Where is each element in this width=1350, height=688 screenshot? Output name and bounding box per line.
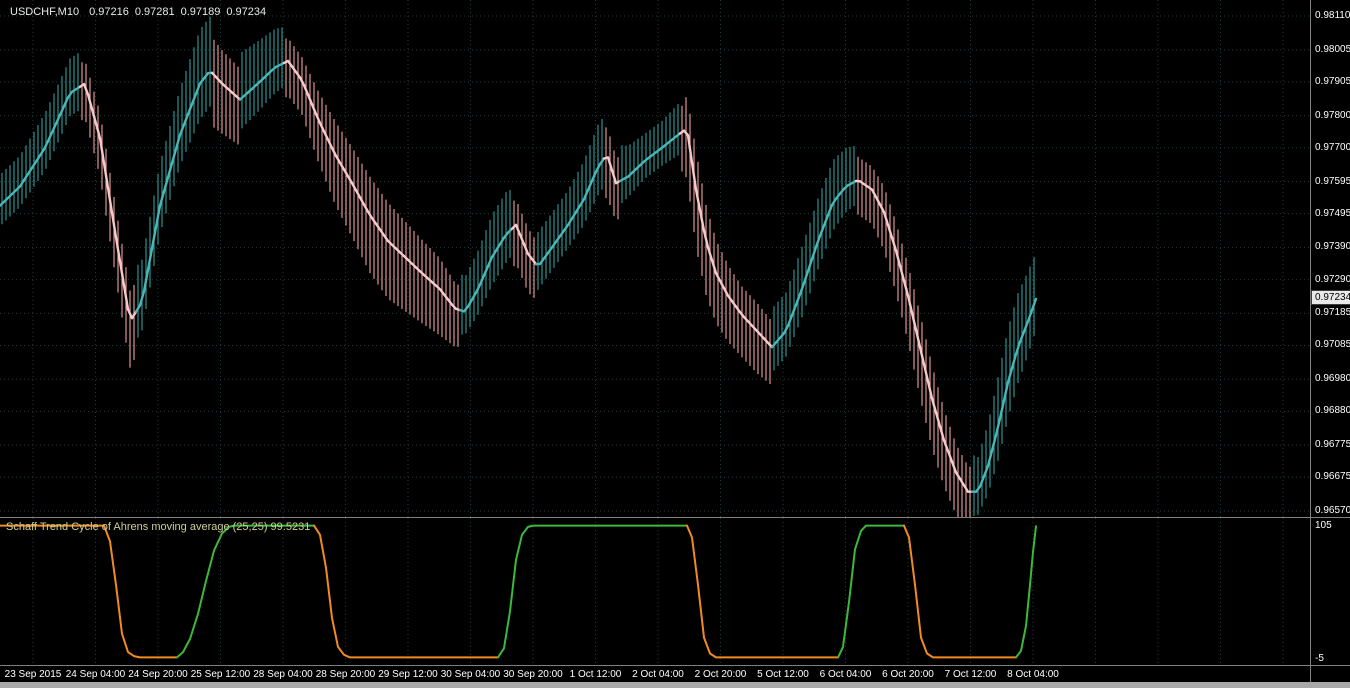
price-tick-label: 0.98110 [1315,10,1350,21]
panel-separator-2[interactable] [0,665,1350,666]
time-tick-label: 30 Sep 20:00 [503,669,563,680]
price-tick-label: 0.97390 [1315,241,1350,253]
panel-separator[interactable] [0,517,1350,518]
time-tick-label: 8 Oct 04:00 [1007,669,1059,680]
time-tick-label: 28 Sep 20:00 [315,669,376,680]
symbol-ohlc-label: USDCHF,M10 0.97216 0.97281 0.97189 0.97234 [10,6,272,18]
price-tick-label: 0.97495 [1315,207,1350,219]
price-tick-label: 0.97700 [1315,141,1350,153]
chart-window: USDCHF,M10 0.97216 0.97281 0.97189 0.97234 S… [0,0,1350,688]
high-value: 0.97281 [134,6,175,18]
time-tick-label: 25 Sep 12:00 [190,669,251,680]
time-tick-label: 6 Oct 20:00 [882,669,934,680]
time-tick-label: 29 Sep 12:00 [378,669,438,680]
time-tick-label: 28 Sep 04:00 [253,669,313,680]
open-value: 0.97216 [89,6,129,18]
price-tick-label: 0.96980 [1315,373,1350,385]
time-tick-label: 6 Oct 04:00 [819,669,872,680]
time-axis[interactable]: 23 Sep 2015 24 Sep 04:00 24 Sep 20:00 25 Se… [0,666,1350,682]
close-value: 0.97234 [226,6,267,18]
indicator-scale-min: -5 [1315,653,1324,664]
low-value: 0.97189 [180,6,221,18]
time-tick-label: 1 Oct 12:00 [569,669,622,680]
symbol-timeframe: USDCHF,M10 [10,6,80,18]
price-tick-label: 0.96570 [1315,505,1350,516]
window-bottom-border [0,682,1350,688]
current-price-badge: 0.97234 [1311,289,1350,305]
price-tick-label: 0.97905 [1315,75,1350,87]
indicator-scale-max: 105 [1315,520,1332,531]
time-tick-label: 23 Sep 2015 [4,669,62,680]
price-tick-label: 0.97800 [1315,109,1350,121]
price-chart-canvas[interactable] [0,0,1310,517]
price-tick-label: 0.97290 [1315,273,1350,285]
price-tick-label: 0.98005 [1315,43,1350,55]
price-tick-label: 0.97085 [1315,339,1350,351]
price-tick-label: 0.96675 [1315,471,1350,483]
time-tick-label: 24 Sep 04:00 [65,669,126,680]
price-tick-label: 0.97185 [1315,307,1350,319]
indicator-canvas[interactable] [0,518,1310,665]
time-tick-label: 2 Oct 04:00 [632,669,684,680]
indicator-label: Schaff Trend Cycle of Ahrens moving aver… [6,521,311,533]
price-tick-label: 0.96775 [1315,439,1350,451]
time-tick-label: 30 Sep 04:00 [440,669,501,680]
price-tick-label: 0.96880 [1315,405,1350,417]
time-tick-label: 24 Sep 20:00 [128,669,188,680]
time-tick-label: 7 Oct 12:00 [944,669,997,680]
time-tick-label: 5 Oct 12:00 [757,669,809,680]
price-tick-label: 0.97595 [1315,175,1350,187]
time-tick-label: 2 Oct 20:00 [694,669,747,680]
price-scale[interactable]: 0.97234 0.98110 0.98005 0.97905 0.97800 0.97… [1310,0,1350,682]
